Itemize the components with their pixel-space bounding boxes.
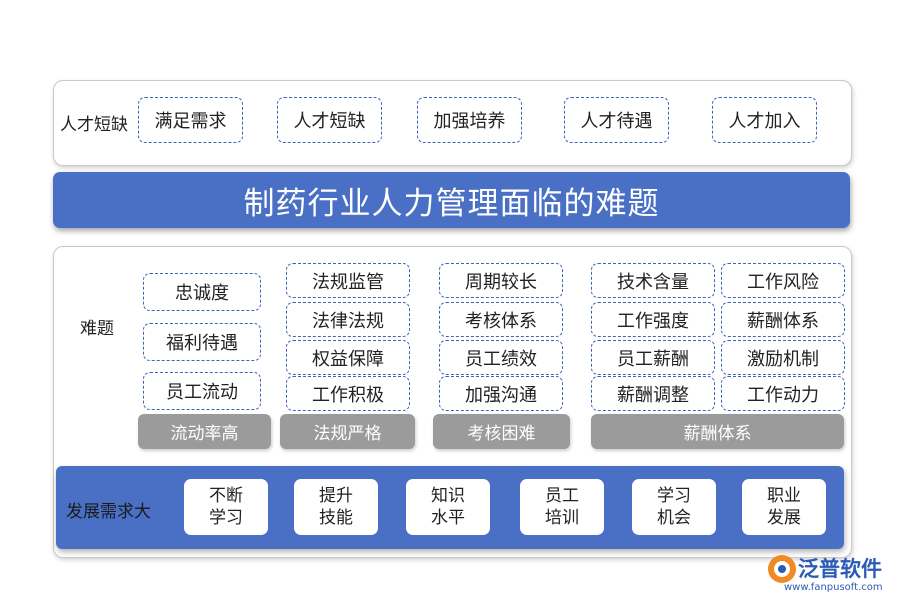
group4-footer: 薪酬体系	[591, 414, 844, 449]
top-label: 人才短缺	[60, 115, 128, 135]
group2-item: 法规监管	[286, 263, 410, 298]
bottom-item-line: 技能	[319, 508, 353, 528]
group4-item: 工作动力	[721, 376, 845, 411]
top-item: 加强培养	[417, 97, 522, 143]
group2-item: 权益保障	[286, 340, 410, 375]
brand-logo: 泛普软件 www.fanpusoft.com	[768, 552, 893, 598]
diagram-title: 制药行业人力管理面临的难题	[53, 172, 850, 228]
bottom-item-line: 不断	[209, 486, 243, 506]
group4-item: 工作风险	[721, 263, 845, 298]
logo-name: 泛普软件	[798, 557, 882, 581]
middle-label: 难题	[80, 319, 114, 339]
group2-footer: 法规严格	[280, 414, 415, 449]
bottom-item: 不断 学习	[184, 479, 268, 535]
bottom-item: 职业 发展	[742, 479, 826, 535]
bottom-item-line: 职业	[767, 486, 801, 506]
bottom-item-line: 发展	[767, 508, 801, 528]
bottom-item: 提升 技能	[294, 479, 378, 535]
bottom-item-line: 学习	[657, 486, 691, 506]
group3-item: 考核体系	[439, 302, 563, 337]
bottom-item-line: 提升	[319, 486, 353, 506]
bottom-label: 发展需求大	[66, 502, 151, 522]
group2-item: 工作积极	[286, 376, 410, 411]
bottom-item: 员工 培训	[520, 479, 604, 535]
bottom-item-line: 机会	[657, 508, 691, 528]
group4-item: 薪酬体系	[721, 302, 845, 337]
group3-item: 员工绩效	[439, 340, 563, 375]
top-item: 满足需求	[138, 97, 243, 143]
bottom-item-line: 水平	[431, 508, 465, 528]
group4-item: 员工薪酬	[591, 340, 715, 375]
group4-item: 薪酬调整	[591, 376, 715, 411]
group3-footer: 考核困难	[433, 414, 570, 449]
top-item: 人才短缺	[277, 97, 382, 143]
group4-item: 技术含量	[591, 263, 715, 298]
logo-icon	[768, 555, 796, 583]
group1-item: 福利待遇	[143, 323, 261, 361]
group3-item: 周期较长	[439, 263, 563, 298]
bottom-item-line: 员工	[545, 486, 579, 506]
bottom-item-line: 培训	[545, 508, 579, 528]
group4-item: 工作强度	[591, 302, 715, 337]
group3-item: 加强沟通	[439, 376, 563, 411]
group2-item: 法律法规	[286, 302, 410, 337]
group1-item: 忠诚度	[143, 273, 261, 311]
top-item: 人才待遇	[564, 97, 669, 143]
logo-url: www.fanpusoft.com	[784, 582, 883, 593]
group1-footer: 流动率高	[138, 414, 271, 449]
bottom-item: 知识 水平	[406, 479, 490, 535]
group4-item: 激励机制	[721, 340, 845, 375]
bottom-item-line: 知识	[431, 486, 465, 506]
bottom-item: 学习 机会	[632, 479, 716, 535]
group1-item: 员工流动	[143, 372, 261, 410]
bottom-item-line: 学习	[209, 508, 243, 528]
top-item: 人才加入	[712, 97, 817, 143]
